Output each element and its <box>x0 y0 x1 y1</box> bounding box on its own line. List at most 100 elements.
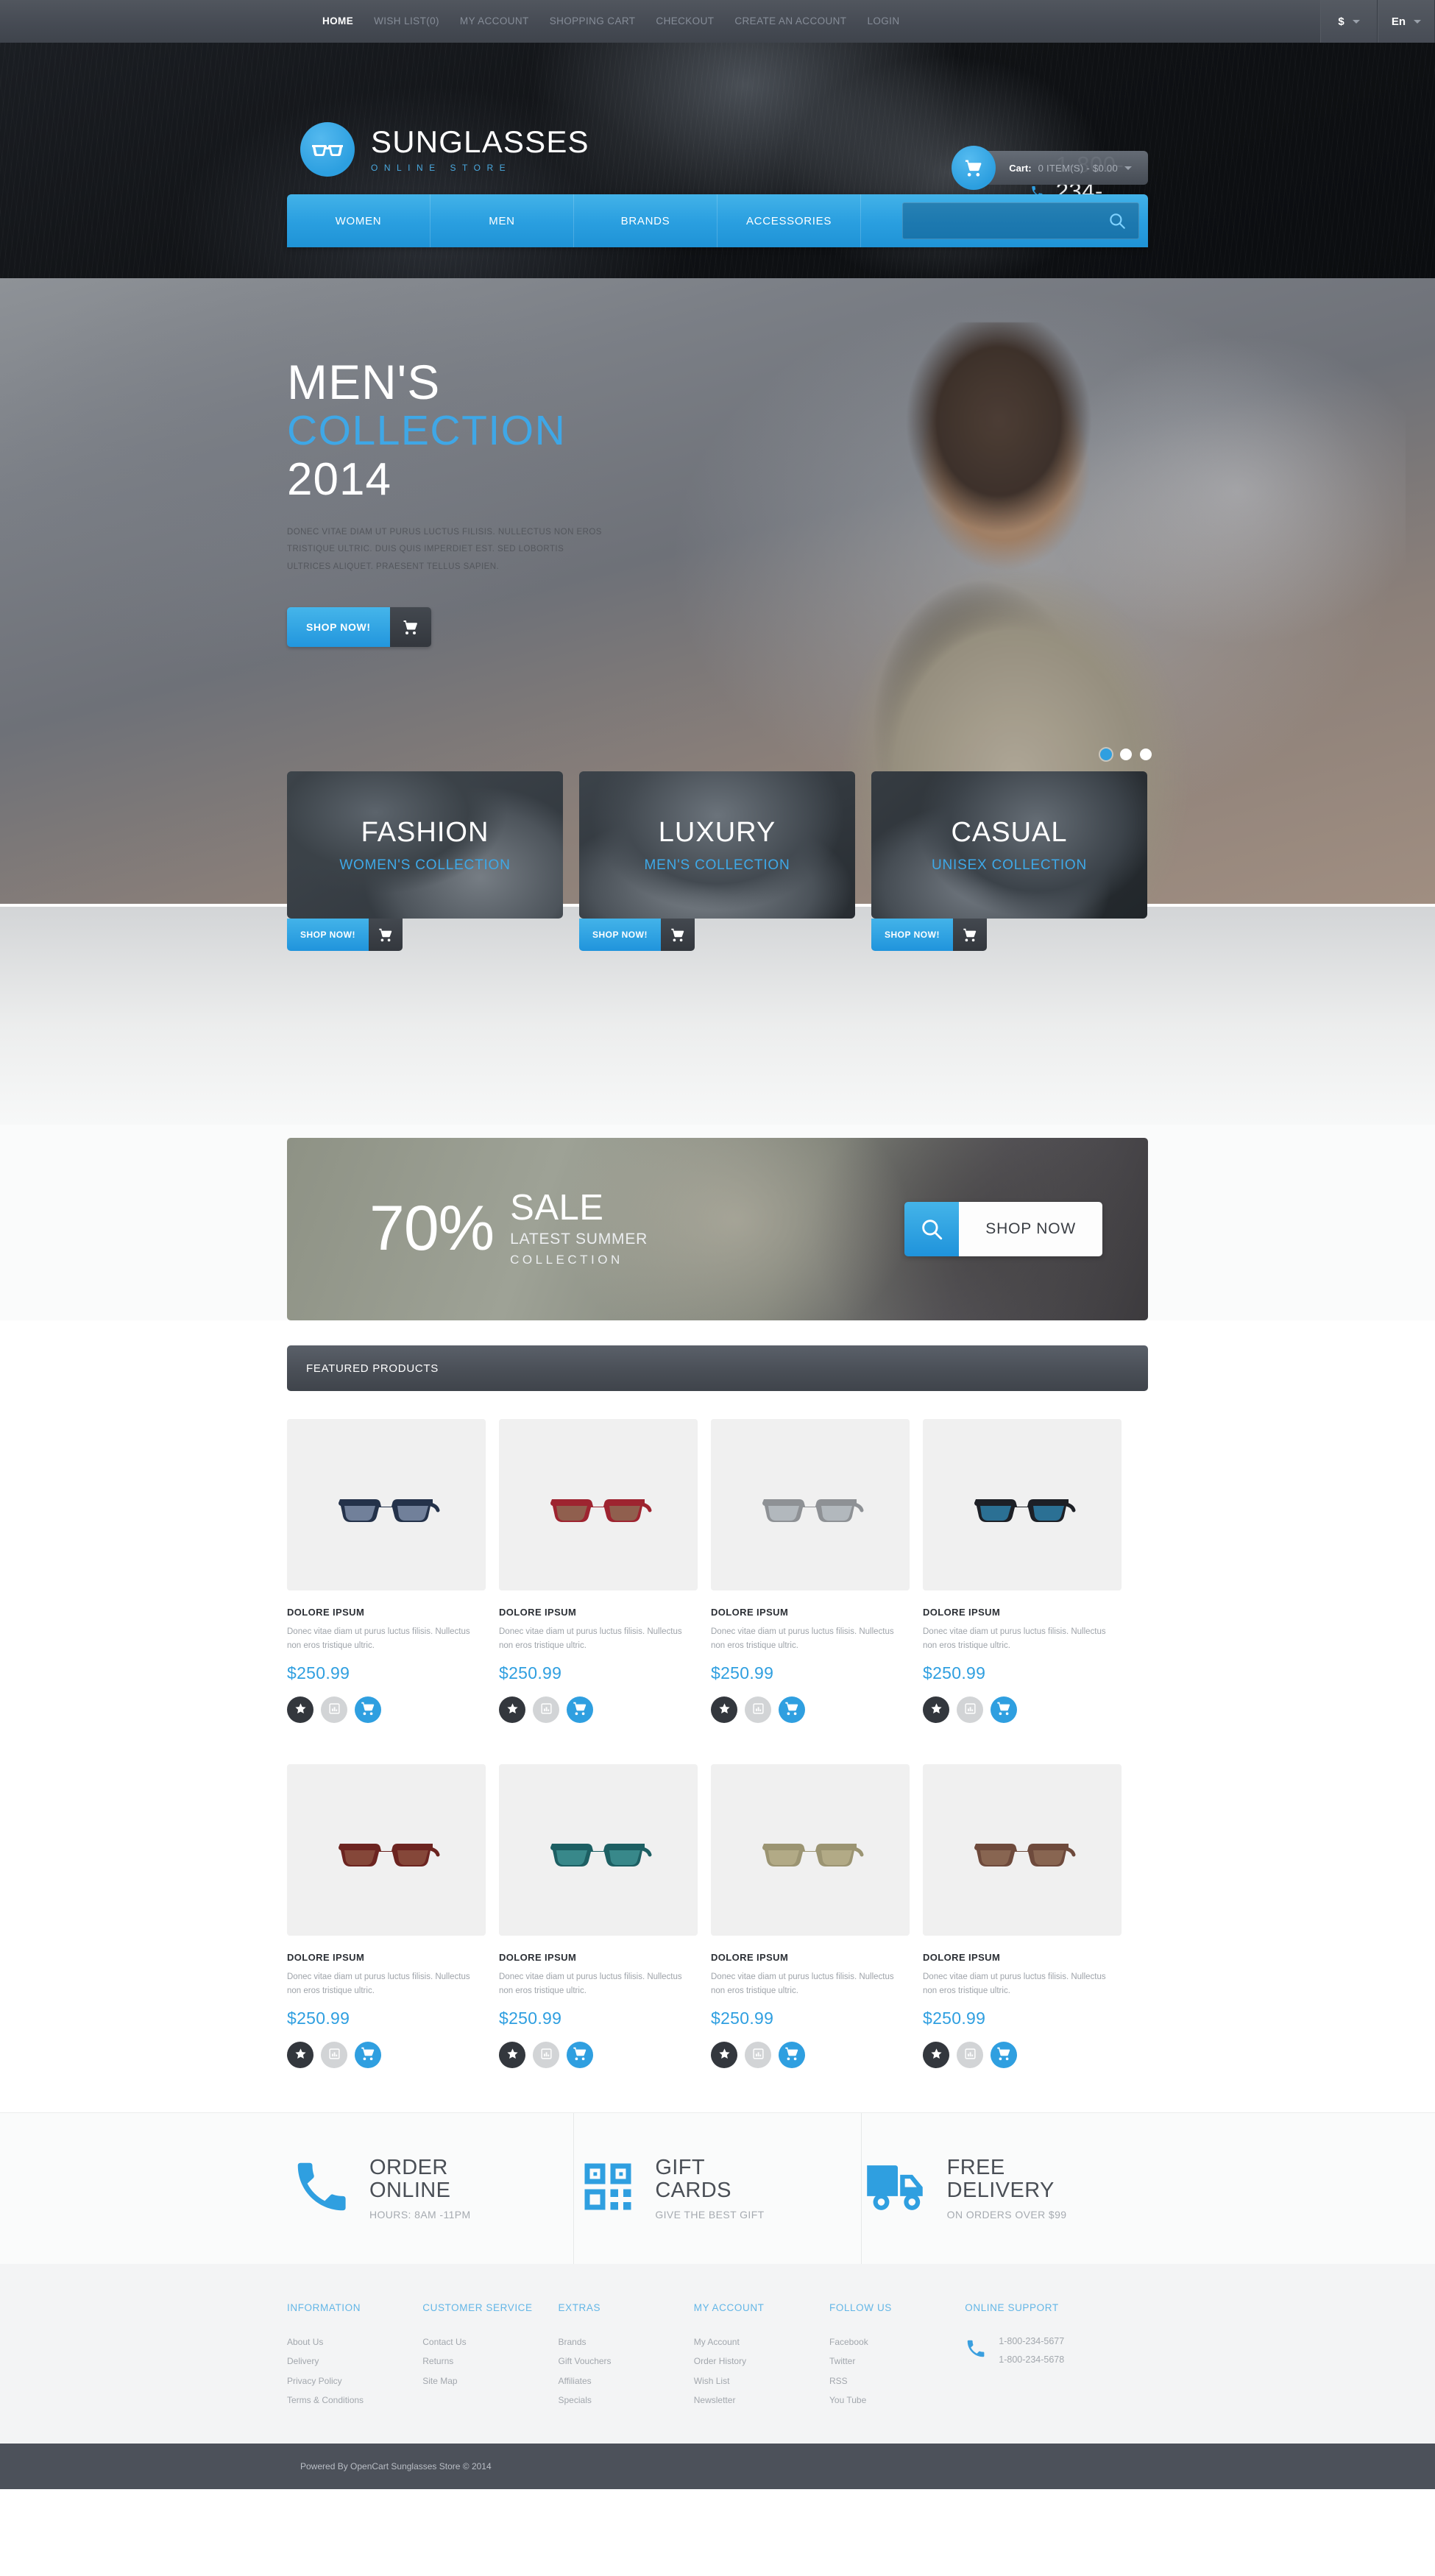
currency-selector[interactable]: $ <box>1320 0 1378 43</box>
add-to-cart-button[interactable] <box>991 1696 1017 1723</box>
category-shop-now-button[interactable]: SHOP NOW! <box>871 919 987 951</box>
site-logo[interactable]: SUNGLASSES ONLINE STORE <box>300 122 589 177</box>
slider-dot-3[interactable] <box>1140 749 1152 760</box>
product-card[interactable]: DOLORE IPSUM Donec vitae diam ut purus lu… <box>287 1419 486 1723</box>
add-to-wishlist-button[interactable] <box>287 1696 313 1723</box>
footer-link-delivery[interactable]: Delivery <box>287 2352 422 2371</box>
shopping-cart-icon <box>572 2045 588 2064</box>
search-input[interactable] <box>910 214 1103 227</box>
footer-link-returns[interactable]: Returns <box>422 2352 558 2371</box>
slider-dot-2[interactable] <box>1120 749 1132 760</box>
product-card[interactable]: DOLORE IPSUM Donec vitae diam ut purus lu… <box>923 1419 1122 1723</box>
footer-link-newsletter[interactable]: Newsletter <box>694 2391 829 2410</box>
footer-link-rss[interactable]: RSS <box>829 2371 965 2391</box>
language-selector[interactable]: En <box>1378 0 1435 43</box>
footer-link-facebook[interactable]: Facebook <box>829 2332 965 2352</box>
product-image-frame[interactable] <box>287 1419 486 1590</box>
compare-button[interactable] <box>957 1696 983 1723</box>
add-to-cart-button[interactable] <box>355 2041 381 2068</box>
nav-item-men[interactable]: MEN <box>431 194 574 247</box>
add-to-cart-button[interactable] <box>779 1696 805 1723</box>
service-title: FREE DELIVERY <box>946 2155 1055 2202</box>
compare-button[interactable] <box>745 2041 771 2068</box>
sunglasses-icon <box>300 122 355 177</box>
add-to-cart-button[interactable] <box>355 1696 381 1723</box>
utility-nav-item-create-an-account[interactable]: CREATE AN ACCOUNT <box>724 0 857 43</box>
shopping-cart-icon <box>660 919 695 951</box>
category-card-casual[interactable]: CASUAL UNISEX COLLECTION SHOP NOW! <box>871 771 1147 951</box>
footer-link-gift-vouchers[interactable]: Gift Vouchers <box>559 2352 694 2371</box>
add-to-cart-button[interactable] <box>567 1696 593 1723</box>
product-image-frame[interactable] <box>287 1763 486 1936</box>
compare-button[interactable] <box>533 1696 559 1723</box>
category-shop-now-button[interactable]: SHOP NOW! <box>287 919 403 951</box>
add-to-cart-button[interactable] <box>779 2041 805 2068</box>
add-to-cart-button[interactable] <box>567 2041 593 2068</box>
footer-link-my-account[interactable]: My Account <box>694 2332 829 2352</box>
add-to-wishlist-button[interactable] <box>499 1696 525 1723</box>
footer-link-specials[interactable]: Specials <box>559 2391 694 2410</box>
star-icon <box>930 2048 943 2062</box>
utility-nav-item-home[interactable]: HOME <box>312 0 364 43</box>
product-image-frame[interactable] <box>923 1419 1122 1590</box>
product-name: DOLORE IPSUM <box>287 1951 365 1963</box>
nav-item-accessories[interactable]: ACCESSORIES <box>718 194 861 247</box>
product-image-frame[interactable] <box>923 1763 1122 1936</box>
add-to-wishlist-button[interactable] <box>923 2041 949 2068</box>
service-free: FREE DELIVERY ON ORDERS OVER $99 <box>862 2113 1148 2264</box>
product-card[interactable]: DOLORE IPSUM Donec vitae diam ut purus lu… <box>499 1763 698 2068</box>
footer-link-twitter[interactable]: Twitter <box>829 2352 965 2371</box>
nav-item-brands[interactable]: BRANDS <box>574 194 718 247</box>
product-image-frame[interactable] <box>499 1419 698 1590</box>
footer-link-terms-conditions[interactable]: Terms & Conditions <box>287 2391 422 2410</box>
product-card[interactable]: DOLORE IPSUM Donec vitae diam ut purus lu… <box>287 1763 486 2068</box>
footer-link-you-tube[interactable]: You Tube <box>829 2391 965 2410</box>
product-image-frame[interactable] <box>711 1419 910 1590</box>
footer-link-privacy-policy[interactable]: Privacy Policy <box>287 2371 422 2391</box>
utility-nav-item-shopping-cart[interactable]: SHOPPING CART <box>539 0 646 43</box>
footer-link-contact-us[interactable]: Contact Us <box>422 2332 558 2352</box>
compare-button[interactable] <box>533 2041 559 2068</box>
compare-button[interactable] <box>745 1696 771 1723</box>
category-card-luxury[interactable]: LUXURY MEN'S COLLECTION SHOP NOW! <box>579 771 855 951</box>
add-to-wishlist-button[interactable] <box>499 2041 525 2068</box>
product-card[interactable]: DOLORE IPSUM Donec vitae diam ut purus lu… <box>923 1763 1122 2068</box>
utility-nav-item-checkout[interactable]: CHECKOUT <box>645 0 724 43</box>
search-button[interactable] <box>1103 211 1131 230</box>
utility-nav-item-login[interactable]: LOGIN <box>857 0 910 43</box>
add-to-cart-button[interactable] <box>991 2041 1017 2068</box>
cart-widget[interactable]: Cart: 0 ITEM(S) - $0.00 <box>952 146 1148 190</box>
footer-link-about-us[interactable]: About Us <box>287 2332 422 2352</box>
product-card[interactable]: DOLORE IPSUM Donec vitae diam ut purus lu… <box>499 1419 698 1723</box>
category-shop-now-label: SHOP NOW! <box>287 919 369 951</box>
currency-value: $ <box>1338 15 1344 28</box>
add-to-wishlist-button[interactable] <box>711 2041 737 2068</box>
service-title: GIFT CARDS <box>655 2155 731 2202</box>
slider-dot-1[interactable] <box>1100 749 1112 760</box>
product-card[interactable]: DOLORE IPSUM Donec vitae diam ut purus lu… <box>711 1763 910 2068</box>
product-card[interactable]: DOLORE IPSUM Donec vitae diam ut purus lu… <box>711 1419 910 1723</box>
category-shop-now-button[interactable]: SHOP NOW! <box>579 919 695 951</box>
footer-link-order-history[interactable]: Order History <box>694 2352 829 2371</box>
footer-link-brands[interactable]: Brands <box>559 2332 694 2352</box>
hero-shop-now-button[interactable]: SHOP NOW! <box>287 606 431 647</box>
footer-link-site-map[interactable]: Site Map <box>422 2371 558 2391</box>
sale-shop-now-button[interactable]: SHOP NOW <box>904 1202 1102 1256</box>
category-card-fashion[interactable]: FASHION WOMEN'S COLLECTION SHOP NOW! <box>287 771 563 951</box>
sale-percent: 70% <box>369 1193 495 1264</box>
product-image <box>339 1498 440 1522</box>
add-to-wishlist-button[interactable] <box>923 1696 949 1723</box>
product-image-frame[interactable] <box>711 1763 910 1936</box>
product-image-frame[interactable] <box>499 1763 698 1936</box>
footer-link-wish-list[interactable]: Wish List <box>694 2371 829 2391</box>
utility-nav-item-wish-list-0[interactable]: WISH LIST(0) <box>364 0 450 43</box>
cart-total: 0 ITEM(S) - $0.00 <box>1038 162 1118 174</box>
footer-link-affiliates[interactable]: Affiliates <box>559 2371 694 2391</box>
nav-item-women[interactable]: WOMEN <box>287 194 431 247</box>
utility-nav-item-my-account[interactable]: MY ACCOUNT <box>450 0 539 43</box>
compare-button[interactable] <box>321 2041 347 2068</box>
add-to-wishlist-button[interactable] <box>711 1696 737 1723</box>
compare-button[interactable] <box>957 2041 983 2068</box>
add-to-wishlist-button[interactable] <box>287 2041 313 2068</box>
compare-button[interactable] <box>321 1696 347 1723</box>
